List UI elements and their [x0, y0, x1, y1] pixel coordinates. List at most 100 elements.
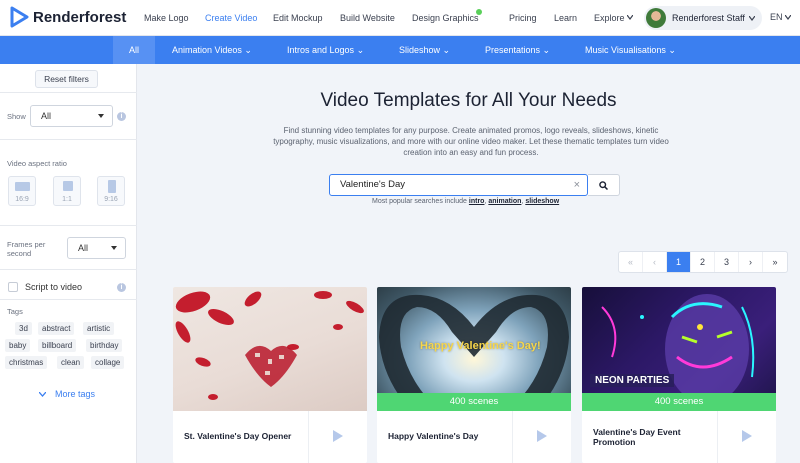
brand-name: Renderforest	[33, 8, 127, 26]
nav-create-video[interactable]: Create Video	[205, 13, 257, 23]
category-slideshow[interactable]: Slideshow ⌄	[399, 36, 450, 64]
divider	[0, 225, 137, 226]
chevron-down-icon	[39, 392, 46, 397]
nav-design-graphics[interactable]: Design Graphics	[412, 13, 479, 23]
show-select[interactable]: All	[30, 105, 113, 127]
card-title[interactable]: St. Valentine's Day Opener	[184, 431, 291, 441]
first-page-button[interactable]: «	[619, 252, 643, 272]
prev-page-button[interactable]: ‹	[643, 252, 667, 272]
search-icon	[599, 181, 608, 190]
ratio-1-1-button[interactable]: 1:1	[53, 176, 81, 206]
popular-link-slideshow[interactable]: slideshow	[525, 198, 559, 205]
nav-pricing[interactable]: Pricing	[509, 13, 537, 23]
template-thumbnail[interactable]	[173, 287, 367, 411]
popular-link-animation[interactable]: animation	[488, 198, 521, 205]
tag-collage[interactable]: collage	[91, 356, 125, 369]
clear-icon[interactable]: ×	[574, 175, 580, 195]
ratio-portrait-icon	[108, 180, 116, 193]
ratio-9-16-button[interactable]: 9:16	[97, 176, 125, 206]
thumbnail-overlay-text: Happy Valentine's Day!	[420, 340, 541, 352]
card-title[interactable]: Valentine's Day Event	[593, 427, 681, 437]
template-card[interactable]: Happy Valentine's Day! 400 scenes Happy …	[377, 287, 571, 463]
ratio-landscape-icon	[15, 182, 30, 191]
fps-label: Frames per	[7, 240, 46, 249]
nav-make-logo[interactable]: Make Logo	[144, 13, 189, 23]
search-input[interactable]: Valentine's Day ×	[329, 174, 588, 196]
more-tags-link[interactable]: More tags	[55, 389, 95, 399]
category-label: Slideshow	[399, 45, 441, 55]
nav-learn[interactable]: Learn	[554, 13, 577, 23]
tag-3d[interactable]: 3d	[15, 322, 32, 335]
next-page-button[interactable]: ›	[739, 252, 763, 272]
play-icon	[537, 430, 547, 442]
tag-clean[interactable]: clean	[57, 356, 85, 369]
filter-sidebar: Reset filters Show All i Video aspect ra…	[0, 64, 137, 463]
page-2-button[interactable]: 2	[691, 252, 715, 272]
fps-select[interactable]: All	[67, 237, 126, 259]
nav-edit-mockup[interactable]: Edit Mockup	[273, 13, 323, 23]
fps-label-line2: second	[7, 249, 32, 258]
category-label: Animation Videos	[172, 45, 242, 55]
reset-filters-button[interactable]: Reset filters	[35, 70, 98, 88]
category-intros-logos[interactable]: Intros and Logos ⌄	[287, 36, 364, 64]
play-button[interactable]	[717, 411, 776, 463]
divider	[0, 139, 137, 140]
nav-build-website[interactable]: Build Website	[340, 13, 395, 23]
pagination: « ‹ 1 2 3 › »	[618, 251, 788, 273]
aspect-ratio-label: Video aspect ratio	[7, 159, 67, 168]
category-music-visualisations[interactable]: Music Visualisations ⌄	[585, 36, 676, 64]
tag-billboard[interactable]: billboard	[38, 339, 77, 352]
ratio-label: 16:9	[15, 196, 29, 203]
scenes-badge: 400 scenes	[377, 393, 571, 411]
template-card[interactable]: NEON PARTIES 400 scenes Valentine's Day …	[582, 287, 776, 463]
category-label: Music Visualisations	[585, 45, 666, 55]
play-button[interactable]	[512, 411, 571, 463]
ratio-16-9-button[interactable]: 16:9	[8, 176, 36, 206]
tag-birthday[interactable]: birthday	[86, 339, 123, 352]
info-icon[interactable]: i	[117, 112, 126, 121]
show-value: All	[41, 111, 52, 121]
divider	[0, 299, 137, 300]
play-button[interactable]	[308, 411, 367, 463]
renderforest-logo-icon	[10, 6, 29, 28]
brand-logo[interactable]: Renderforest	[8, 6, 126, 28]
tag-artistic[interactable]: artistic	[83, 322, 115, 335]
card-title[interactable]: Happy Valentine's Day	[388, 431, 478, 441]
page-3-button[interactable]: 3	[715, 252, 739, 272]
last-page-button[interactable]: »	[763, 252, 787, 272]
category-bar: All Animation Videos ⌄ Intros and Logos …	[0, 36, 800, 64]
play-icon	[333, 430, 343, 442]
tags-label: Tags	[7, 307, 23, 316]
template-card[interactable]: St. Valentine's Day Opener	[173, 287, 367, 463]
search-button[interactable]	[588, 174, 620, 196]
user-menu[interactable]: Renderforest Staff	[644, 6, 762, 30]
scenes-badge: 400 scenes	[582, 393, 776, 411]
category-all[interactable]: All	[113, 36, 155, 64]
ratio-square-icon	[63, 181, 73, 191]
thumbnail-overlay-text: NEON PARTIES	[590, 374, 675, 387]
popular-searches: Most popular searches include intro, ani…	[372, 198, 560, 205]
category-presentations[interactable]: Presentations ⌄	[485, 36, 550, 64]
card-title-line2[interactable]: Promotion	[593, 437, 636, 447]
tag-christmas[interactable]: christmas	[5, 356, 48, 369]
play-icon	[742, 430, 752, 442]
tag-baby[interactable]: baby	[5, 339, 31, 352]
show-label: Show	[7, 112, 26, 121]
user-name: Renderforest Staff	[672, 13, 745, 23]
script-to-video-label: Script to video	[25, 282, 83, 292]
page-1-button[interactable]: 1	[667, 252, 691, 272]
info-icon[interactable]: i	[117, 283, 126, 292]
avatar	[646, 8, 666, 28]
language-switcher[interactable]: EN	[770, 12, 783, 22]
caret-down-icon	[98, 114, 104, 118]
rose-petals-image	[175, 291, 364, 400]
nav-explore[interactable]: Explore	[594, 13, 625, 23]
caret-down-icon	[111, 246, 117, 250]
script-to-video-checkbox[interactable]	[8, 282, 18, 292]
popular-link-intro[interactable]: intro	[469, 198, 485, 205]
divider	[0, 269, 137, 270]
chevron-down-icon	[627, 15, 633, 20]
category-animation-videos[interactable]: Animation Videos ⌄	[172, 36, 252, 64]
tag-abstract[interactable]: abstract	[38, 322, 75, 335]
new-badge-dot	[476, 9, 482, 15]
